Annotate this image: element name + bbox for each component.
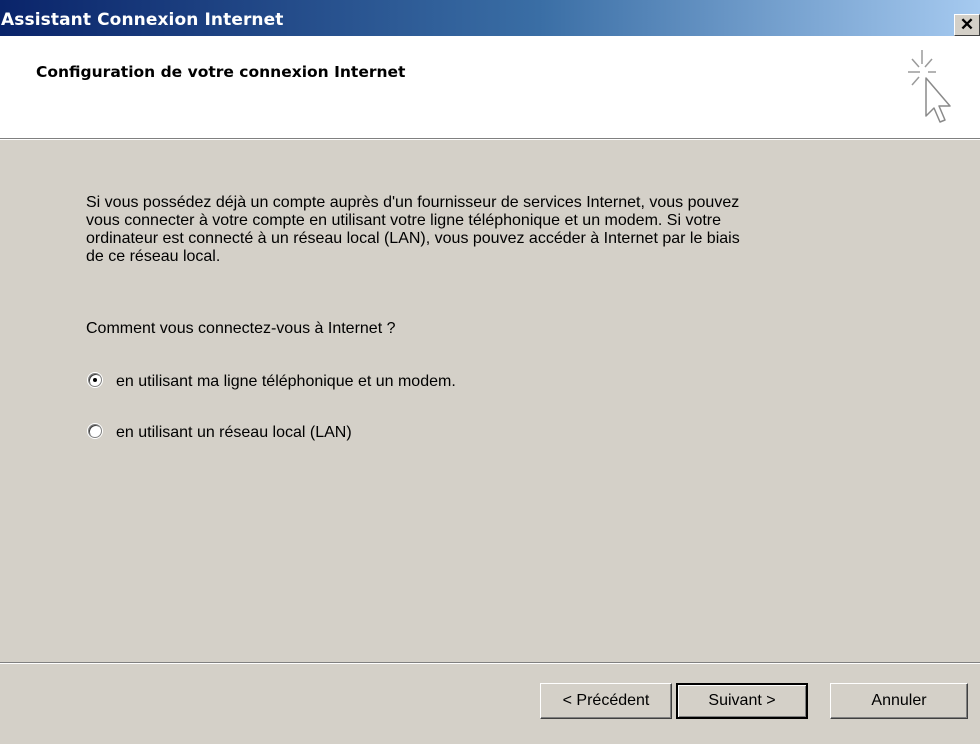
option-modem[interactable]: en utilisant ma ligne téléphonique et un… — [88, 373, 456, 391]
close-icon: ✕ — [959, 15, 975, 34]
radio-lan[interactable] — [88, 424, 102, 438]
next-button[interactable]: Suivant > — [676, 683, 808, 719]
intro-line: de ce réseau local. — [86, 248, 221, 265]
footer-divider-highlight — [0, 663, 980, 664]
back-button[interactable]: < Précédent — [540, 683, 672, 719]
header-divider-highlight — [0, 139, 980, 140]
window-title: Assistant Connexion Internet — [1, 10, 284, 30]
page-title: Configuration de votre connexion Interne… — [36, 63, 406, 81]
intro-text: Si vous possédez déjà un compte auprès d… — [86, 194, 916, 266]
close-button[interactable]: ✕ — [954, 14, 980, 36]
intro-line: Si vous possédez déjà un compte auprès d… — [86, 194, 740, 211]
option-lan-label[interactable]: en utilisant un réseau local (LAN) — [116, 424, 352, 441]
cancel-button[interactable]: Annuler — [830, 683, 968, 719]
title-bar[interactable]: Assistant Connexion Internet ✕ — [0, 0, 980, 36]
option-lan[interactable]: en utilisant un réseau local (LAN) — [88, 424, 352, 442]
option-modem-label[interactable]: en utilisant ma ligne téléphonique et un… — [116, 373, 456, 390]
radio-modem[interactable] — [88, 373, 102, 387]
intro-line: ordinateur est connecté à un réseau loca… — [86, 230, 740, 247]
intro-line: vous connecter à votre compte en utilisa… — [86, 212, 722, 229]
cursor-sparkle-icon — [908, 50, 951, 123]
wizard-header: Configuration de votre connexion Interne… — [0, 36, 980, 138]
connection-question: Comment vous connectez-vous à Internet ? — [86, 320, 396, 337]
